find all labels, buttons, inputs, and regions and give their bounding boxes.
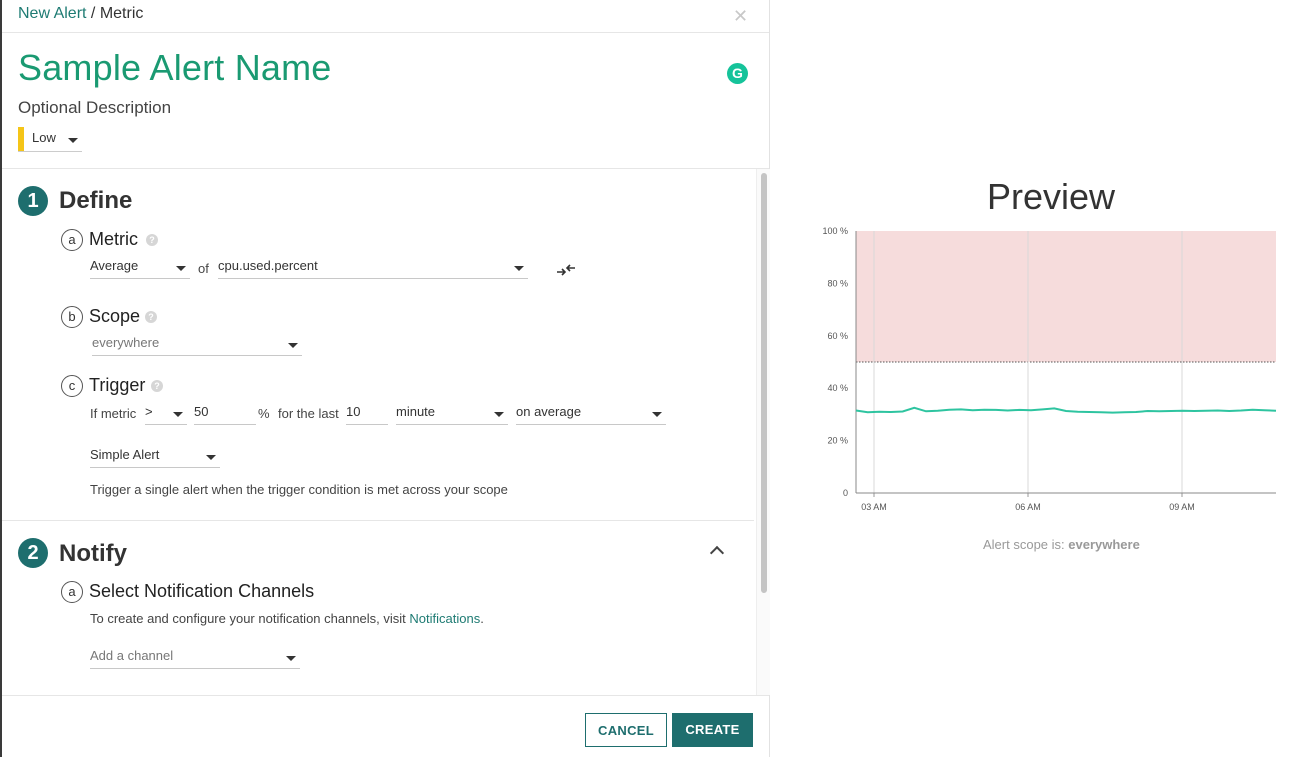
step-number-notify: 2 <box>18 538 48 568</box>
breadcrumb-separator: / <box>86 5 100 22</box>
alert-type-value: Simple Alert <box>90 447 160 462</box>
help-icon[interactable]: ? <box>146 234 158 246</box>
y-tick-label: 40 % <box>827 383 848 393</box>
swap-metric-icon[interactable] <box>556 263 576 277</box>
trigger-duration-unit-value: minute <box>396 404 436 419</box>
notifications-link[interactable]: Notifications <box>409 611 480 626</box>
substep-title-channels: Select Notification Channels <box>89 581 315 601</box>
chevron-down-icon <box>494 412 504 417</box>
channels-info-prefix: To create and configure your notificatio… <box>90 611 410 626</box>
chevron-down-icon <box>286 656 296 661</box>
section-title-define: Define <box>59 187 133 214</box>
scope-select[interactable]: everywhere <box>92 333 302 356</box>
grammarly-icon[interactable]: G <box>727 63 748 84</box>
metric-aggregation-select[interactable]: Average <box>90 256 190 279</box>
alert-scope-value: everywhere <box>1068 537 1140 552</box>
add-channel-select[interactable]: Add a channel <box>90 646 300 669</box>
cancel-button[interactable]: CANCEL <box>585 713 667 747</box>
chevron-down-icon <box>514 266 524 271</box>
chevron-down-icon <box>173 412 183 417</box>
trigger-aggregation-value: on average <box>516 404 582 419</box>
form-scroll-area[interactable]: 1 Define a Metric ? Average of cpu.used.… <box>2 169 754 695</box>
scrollbar-thumb[interactable] <box>761 173 767 593</box>
trigger-operator-select[interactable]: > <box>145 402 187 425</box>
alert-title-area: Sample Alert Name G Optional Description… <box>2 33 769 169</box>
help-icon[interactable]: ? <box>151 380 163 392</box>
trigger-duration-unit-select[interactable]: minute <box>396 402 508 425</box>
help-icon[interactable]: ? <box>145 311 157 323</box>
substep-title-metric: Metric <box>89 229 138 249</box>
chevron-down-icon <box>288 343 298 348</box>
trigger-operator-value: > <box>145 404 153 419</box>
scope-value: everywhere <box>92 335 160 350</box>
trigger-duration-input[interactable]: 10 <box>346 402 388 425</box>
add-channel-placeholder: Add a channel <box>90 648 174 663</box>
alert-description-input[interactable]: Optional Description <box>18 98 171 118</box>
severity-value: Low <box>32 130 56 145</box>
metric-name-select[interactable]: cpu.used.percent <box>218 256 528 279</box>
y-tick-label: 60 % <box>827 331 848 341</box>
preview-chart: 03 AM 06 AM 09 AM 0 20 % 40 % 60 % 80 % 100 % <box>822 226 1277 512</box>
y-tick-label: 100 % <box>822 226 848 236</box>
alert-scope-prefix: Alert scope is: <box>983 537 1069 552</box>
trigger-threshold-input[interactable]: 50 <box>194 402 256 425</box>
chevron-down-icon <box>652 412 662 417</box>
trigger-threshold-value: 50 <box>194 404 209 419</box>
channels-info-text: To create and configure your notificatio… <box>90 611 484 626</box>
substep-title-trigger: Trigger <box>89 375 146 395</box>
y-tick-label: 0 <box>843 488 848 498</box>
trigger-duration-value: 10 <box>346 404 361 419</box>
panel-header: New Alert / Metric ✕ <box>2 0 769 33</box>
trigger-help-text: Trigger a single alert when the trigger … <box>90 482 508 497</box>
substep-letter-metric: a <box>61 229 83 251</box>
scrollbar[interactable] <box>756 169 770 695</box>
trigger-for-last-label: for the last <box>278 406 339 421</box>
substep-letter-channels: a <box>61 581 83 603</box>
breadcrumb-current: Metric <box>99 5 144 22</box>
chevron-down-icon <box>206 455 216 460</box>
y-tick-label: 80 % <box>827 278 848 288</box>
chevron-down-icon <box>68 138 78 143</box>
alert-editor-panel: New Alert / Metric ✕ Sample Alert Name G… <box>2 0 770 758</box>
breadcrumb-new-alert-link[interactable]: New Alert <box>18 5 86 22</box>
step-number-define: 1 <box>18 186 48 216</box>
metric-aggregation-value: Average <box>90 258 139 273</box>
substep-letter-scope: b <box>61 306 83 328</box>
close-icon[interactable]: ✕ <box>733 6 748 26</box>
metric-name-value: cpu.used.percent <box>218 258 318 273</box>
metric-of-label: of <box>198 261 209 276</box>
trigger-if-metric-label: If metric <box>90 406 137 421</box>
preview-title: Preview <box>987 176 1116 217</box>
section-title-notify: Notify <box>59 540 127 567</box>
breadcrumb: New Alert / Metric <box>18 5 143 23</box>
alert-scope-note: Alert scope is: everywhere <box>983 537 1140 552</box>
panel-footer: CANCEL CREATE <box>2 695 769 758</box>
alert-type-select[interactable]: Simple Alert <box>90 445 220 468</box>
x-tick-label: 03 AM <box>861 502 887 512</box>
x-tick-label: 06 AM <box>1015 502 1041 512</box>
section-divider <box>2 520 754 521</box>
substep-letter-trigger: c <box>61 375 83 397</box>
substep-title-scope: Scope <box>89 306 141 326</box>
chevron-up-icon[interactable] <box>709 545 725 561</box>
series-line <box>855 406 1277 414</box>
severity-select[interactable]: Low <box>18 127 82 152</box>
chevron-down-icon <box>176 266 186 271</box>
alert-name-input[interactable]: Sample Alert Name <box>18 47 332 89</box>
severity-color-bar <box>18 127 24 151</box>
trigger-unit-label: % <box>258 406 270 421</box>
threshold-region <box>856 231 1276 362</box>
y-tick-label: 20 % <box>827 436 848 446</box>
create-button[interactable]: CREATE <box>672 713 753 747</box>
x-tick-label: 09 AM <box>1169 502 1195 512</box>
trigger-aggregation-select[interactable]: on average <box>516 402 666 425</box>
channels-info-suffix: . <box>480 611 484 626</box>
